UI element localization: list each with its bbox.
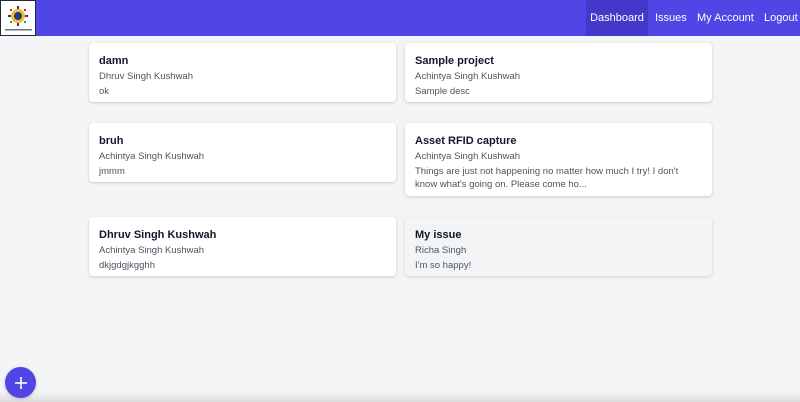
card-description: jmmm bbox=[99, 166, 125, 177]
card-description: Sample desc bbox=[415, 86, 470, 97]
issue-card[interactable]: bruh Achintya Singh Kushwah jmmm bbox=[89, 123, 396, 182]
card-description: Things are just not happening no matter … bbox=[415, 166, 679, 190]
issue-card[interactable]: Dhruv Singh Kushwah Achintya Singh Kushw… bbox=[89, 217, 396, 276]
card-author: Dhruv Singh Kushwah bbox=[99, 71, 193, 82]
card-title: Dhruv Singh Kushwah bbox=[99, 229, 217, 241]
card-description: dkjgdgjkgghh bbox=[99, 260, 155, 271]
issue-card[interactable]: Asset RFID capture Achintya Singh Kushwa… bbox=[405, 123, 712, 196]
card-author: Achintya Singh Kushwah bbox=[415, 71, 521, 82]
card-author: Achintya Singh Kushwah bbox=[99, 151, 205, 162]
card-author: Achintya Singh Kushwah bbox=[99, 245, 205, 256]
card-title: My issue bbox=[415, 229, 462, 241]
nav-logout[interactable]: Logout bbox=[764, 0, 798, 36]
gear-logo-icon bbox=[5, 6, 32, 31]
nav-issues[interactable]: Issues bbox=[655, 0, 687, 36]
card-title: damn bbox=[99, 55, 129, 67]
card-title: bruh bbox=[99, 135, 124, 147]
issue-card[interactable]: My issue Richa Singh I'm so happy! bbox=[405, 217, 712, 276]
issue-card[interactable]: damn Dhruv Singh Kushwah ok bbox=[89, 43, 396, 102]
card-title: Asset RFID capture bbox=[415, 135, 517, 147]
nav-dashboard[interactable]: Dashboard bbox=[586, 0, 648, 36]
card-description: ok bbox=[99, 86, 110, 97]
card-author: Richa Singh bbox=[415, 245, 467, 256]
card-author: Achintya Singh Kushwah bbox=[415, 151, 521, 162]
top-navbar: Dashboard Issues My Account Logout bbox=[0, 0, 800, 36]
issue-card[interactable]: Sample project Achintya Singh Kushwah Sa… bbox=[405, 43, 712, 102]
logo[interactable] bbox=[0, 0, 36, 36]
bottom-shade bbox=[0, 392, 800, 402]
card-title: Sample project bbox=[415, 55, 494, 67]
plus-icon bbox=[14, 376, 27, 389]
add-issue-button[interactable] bbox=[5, 367, 36, 398]
nav-my-account[interactable]: My Account bbox=[697, 0, 754, 36]
card-description: I'm so happy! bbox=[415, 260, 472, 271]
